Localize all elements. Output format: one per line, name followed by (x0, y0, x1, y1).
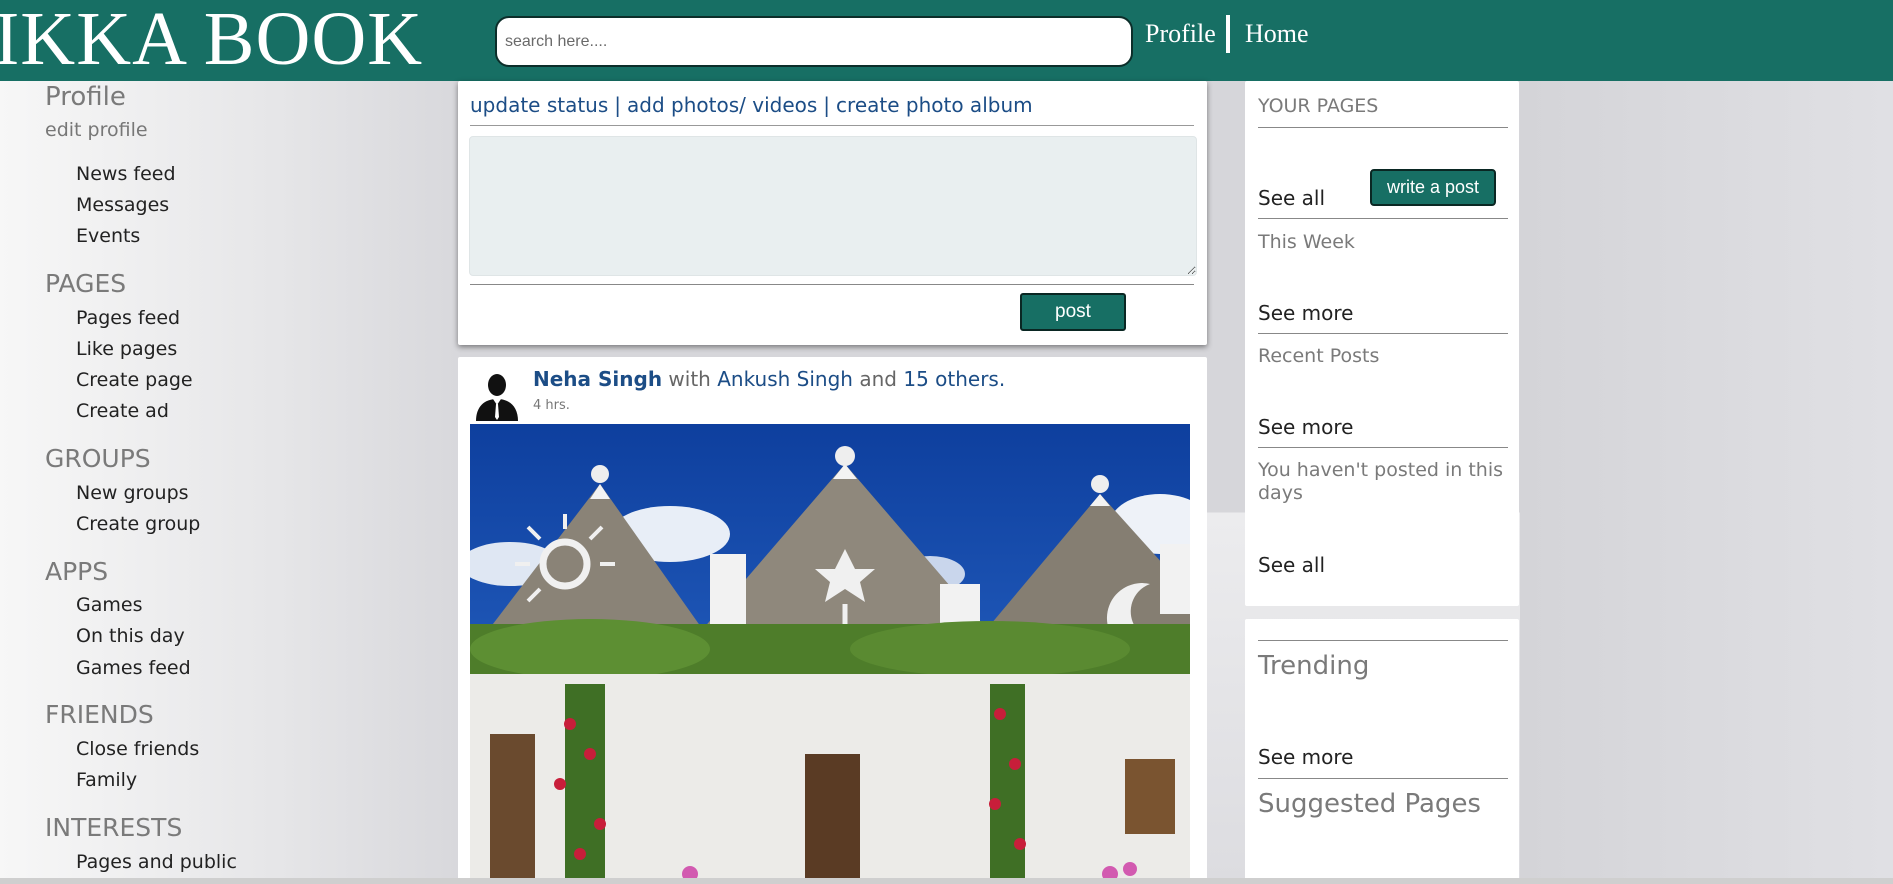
status-composer: update status | add photos/ videos | create … (458, 81, 1207, 345)
post-with-text: with (668, 367, 711, 391)
post-and-text: and (859, 367, 897, 391)
sidebar-item-games[interactable]: Games (76, 594, 142, 616)
sidebar-profile-heading[interactable]: Profile (45, 82, 126, 112)
not-posted-message: You haven't posted in this days (1258, 459, 1504, 504)
this-week-label: This Week (1258, 231, 1355, 253)
see-all-pages-link[interactable]: See all (1258, 186, 1325, 210)
write-a-post-button[interactable]: write a post (1370, 169, 1496, 206)
tab-update-status[interactable]: update status (470, 93, 608, 117)
sidebar-item-like-pages[interactable]: Like pages (76, 338, 177, 360)
sidebar-item-pages-feed[interactable]: Pages feed (76, 307, 180, 329)
nav-profile-link[interactable]: Profile (1145, 16, 1216, 56)
status-textarea[interactable] (469, 136, 1197, 276)
sidebar-item-events[interactable]: Events (76, 225, 140, 247)
sidebar-edit-profile-link[interactable]: edit profile (45, 119, 148, 141)
feed-post: Neha Singh with Ankush Singh and 15 othe… (458, 357, 1207, 884)
your-pages-panel: YOUR PAGES See all write a post This Wee… (1245, 81, 1519, 606)
divider (1258, 333, 1508, 334)
horizontal-scrollbar[interactable] (0, 878, 1893, 884)
composer-divider-top (470, 125, 1194, 126)
tab-add-photos-videos[interactable]: add photos/ videos (627, 93, 817, 117)
sidebar-item-pages-and-public[interactable]: Pages and public (76, 851, 237, 873)
divider (1258, 640, 1508, 641)
sidebar-heading-groups: GROUPS (45, 444, 151, 473)
search-input[interactable] (495, 16, 1133, 67)
divider (1258, 447, 1508, 448)
trending-heading: Trending (1258, 651, 1370, 681)
sidebar-item-create-ad[interactable]: Create ad (76, 400, 169, 422)
post-tagged-user[interactable]: Ankush Singh (717, 367, 853, 391)
post-header: Neha Singh with Ankush Singh and 15 othe… (533, 367, 1005, 391)
post-button[interactable]: post (1020, 293, 1126, 331)
left-background (0, 81, 460, 884)
sidebar-item-create-page[interactable]: Create page (76, 369, 193, 391)
sidebar-heading-apps: APPS (45, 557, 109, 586)
your-pages-heading: YOUR PAGES (1258, 95, 1379, 117)
composer-divider-bottom (470, 284, 1194, 285)
sidebar-item-games-feed[interactable]: Games feed (76, 657, 191, 679)
sidebar-item-close-friends[interactable]: Close friends (76, 738, 199, 760)
sidebar-item-messages[interactable]: Messages (76, 194, 169, 216)
tab-create-photo-album[interactable]: create photo album (836, 93, 1033, 117)
post-timestamp: 4 hrs. (533, 398, 570, 413)
avatar[interactable] (474, 371, 520, 421)
divider (1258, 127, 1508, 128)
see-more-trending-link[interactable]: See more (1258, 745, 1353, 769)
post-author-name[interactable]: Neha Singh (533, 367, 662, 391)
recent-posts-label: Recent Posts (1258, 345, 1380, 367)
sidebar-heading-interests: INTERESTS (45, 813, 183, 842)
tab-separator: | (614, 93, 622, 117)
sidebar-heading-friends: FRIENDS (45, 700, 154, 729)
post-others-link[interactable]: 15 others. (903, 367, 1005, 391)
sidebar-heading-pages: PAGES (45, 269, 127, 298)
sidebar-item-family[interactable]: Family (76, 769, 137, 791)
divider (1258, 218, 1508, 219)
nav-home-link[interactable]: Home (1245, 16, 1309, 56)
composer-tabs: update status | add photos/ videos | create … (470, 93, 1033, 117)
sidebar-item-news-feed[interactable]: News feed (76, 163, 176, 185)
top-header: IKKA BOOK Profile Home (0, 0, 1893, 81)
sidebar-item-new-groups[interactable]: New groups (76, 482, 189, 504)
post-photo[interactable] (470, 424, 1190, 884)
sidebar-item-create-group[interactable]: Create group (76, 513, 200, 535)
see-more-this-week-link[interactable]: See more (1258, 301, 1353, 325)
nav-divider (1226, 15, 1230, 53)
site-logo[interactable]: IKKA BOOK (0, 0, 423, 83)
sidebar-item-on-this-day[interactable]: On this day (76, 625, 185, 647)
see-more-recent-posts-link[interactable]: See more (1258, 415, 1353, 439)
right-background (1520, 81, 1893, 884)
see-all-posts-link[interactable]: See all (1258, 553, 1325, 577)
divider (1258, 778, 1508, 779)
tab-separator: | (823, 93, 831, 117)
trending-panel: Trending See more Suggested Pages (1245, 619, 1519, 884)
suggested-pages-heading: Suggested Pages (1258, 789, 1481, 819)
